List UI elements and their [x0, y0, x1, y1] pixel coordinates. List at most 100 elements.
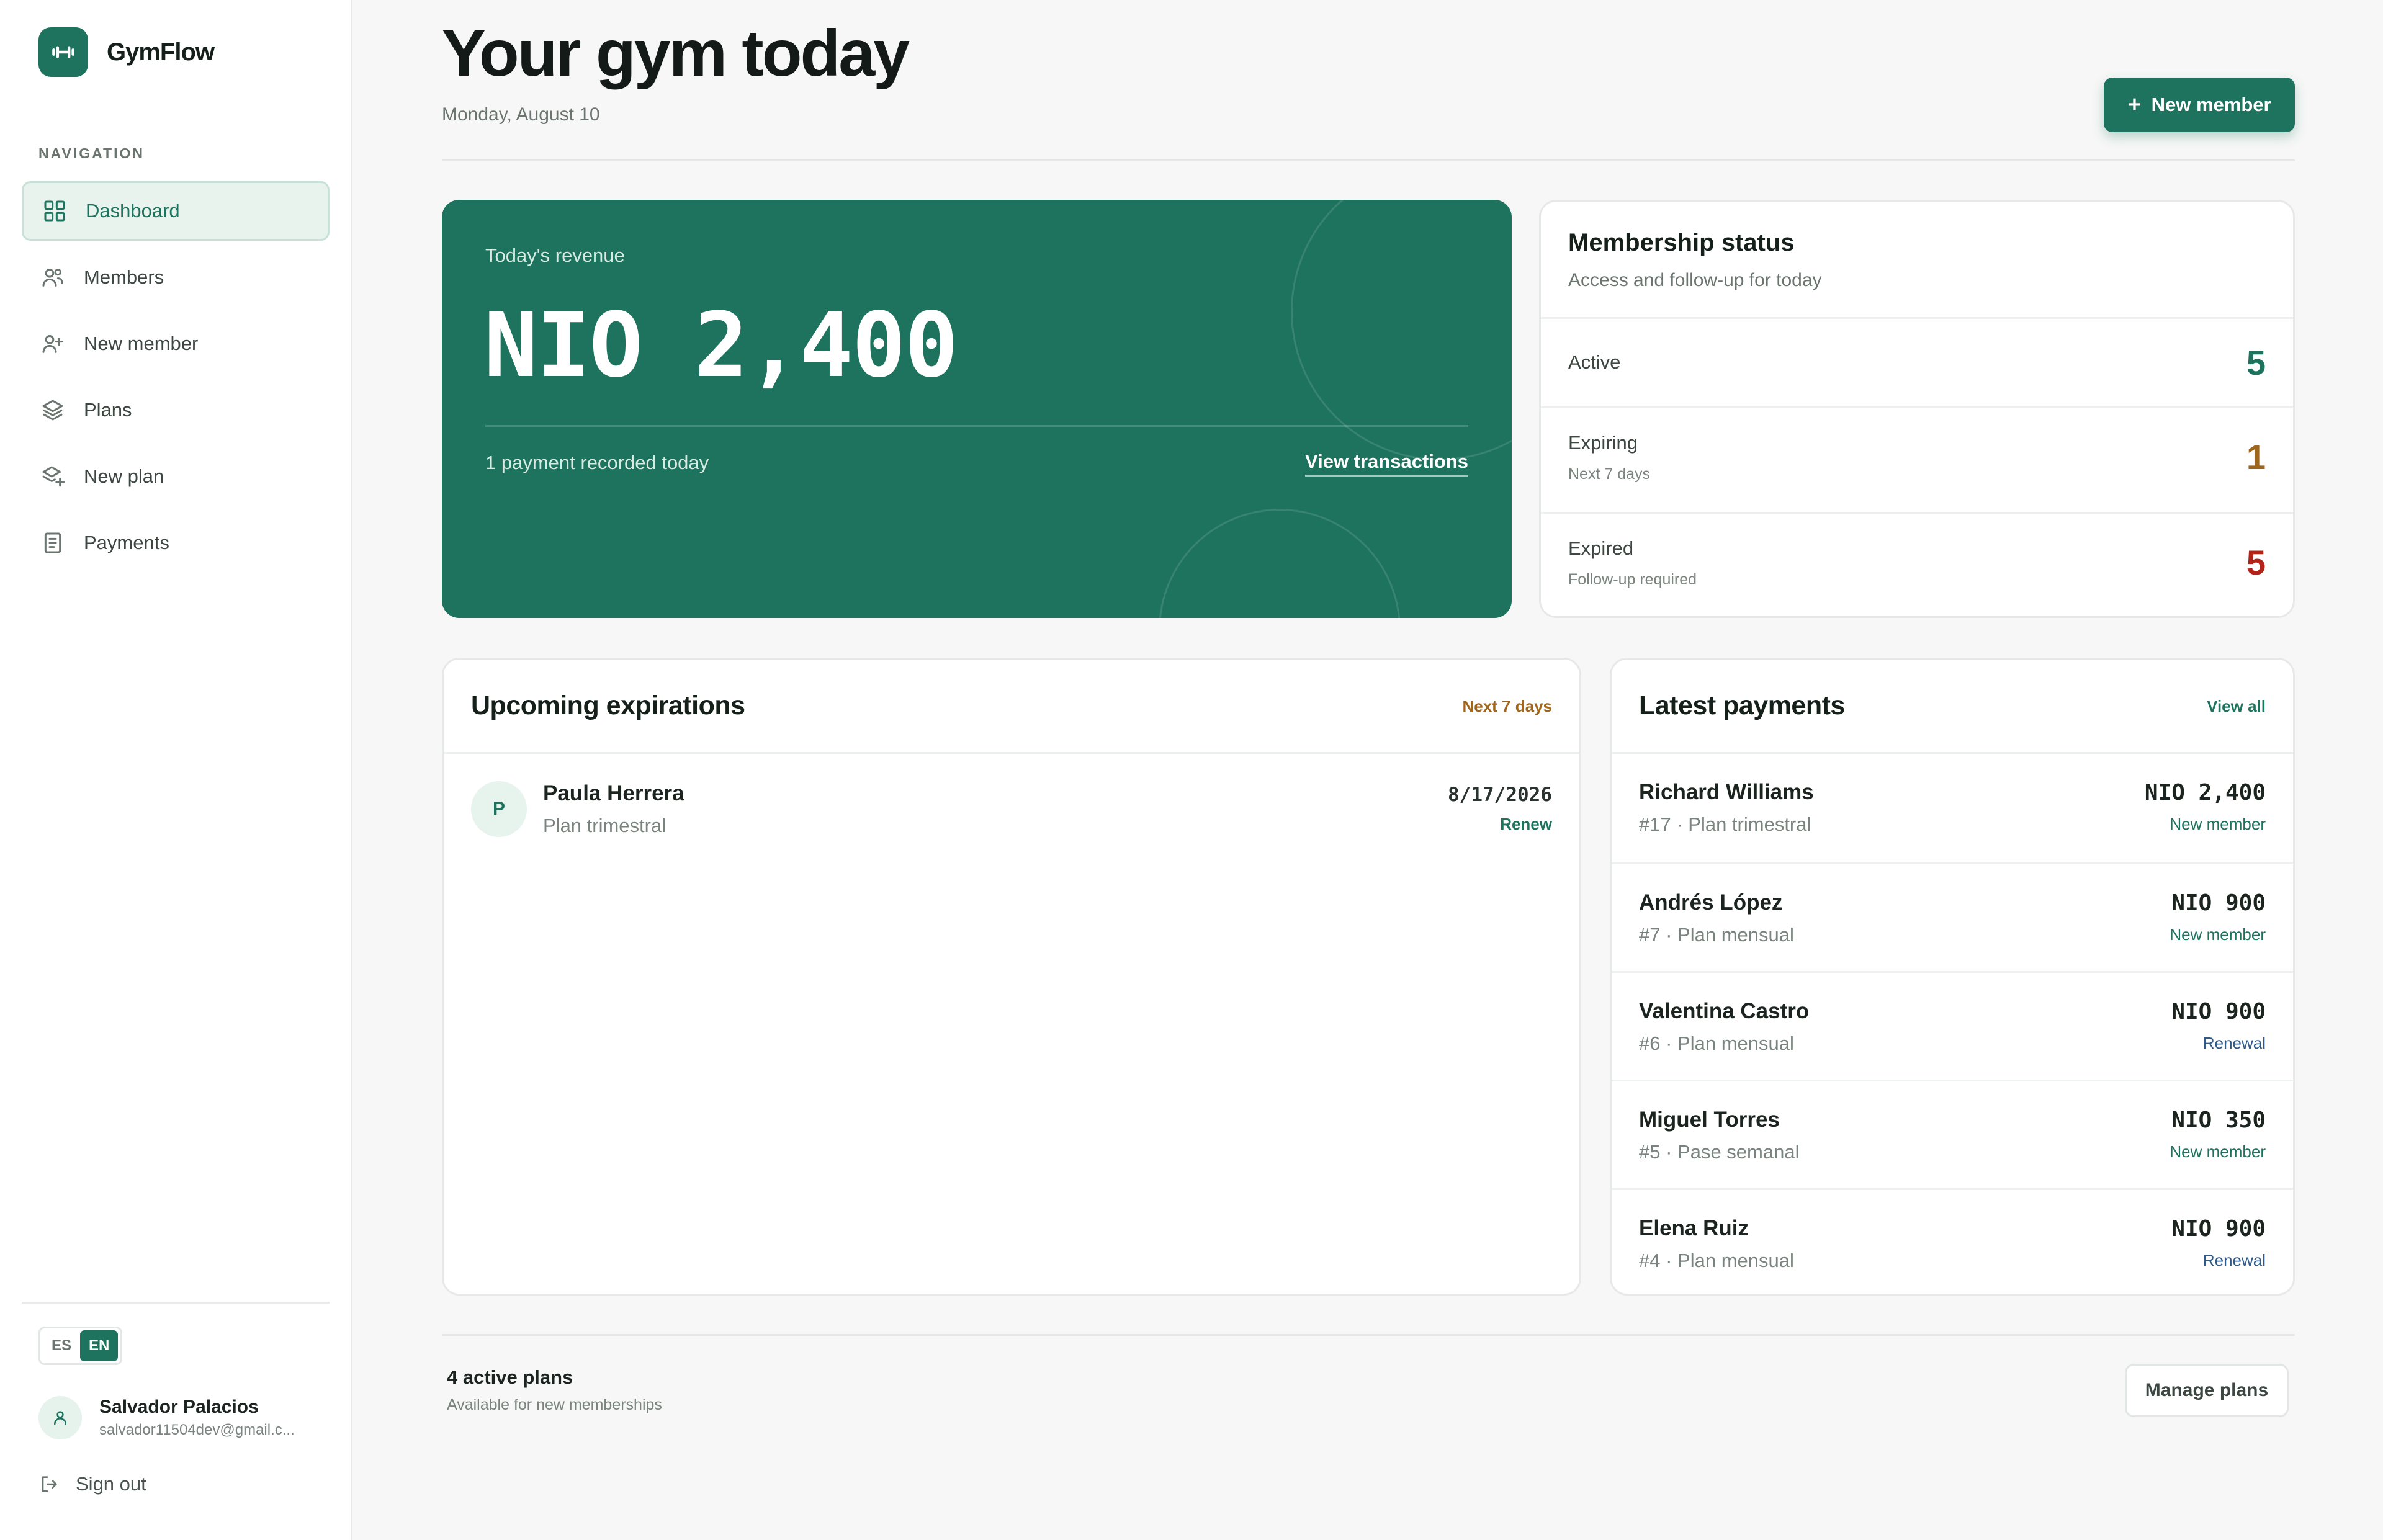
payer-name: Andrés López — [1639, 890, 1783, 915]
user-email: salvador11504dev@gmail.c... — [99, 1421, 295, 1438]
user-plus-icon — [40, 331, 65, 356]
payment-kind: Renewal — [2202, 1034, 2266, 1052]
view-all-link[interactable]: View all — [2207, 697, 2266, 716]
sidebar-item-label: Dashboard — [86, 200, 180, 222]
user-name: Salvador Palacios — [99, 1397, 259, 1417]
revenue-divider — [485, 425, 1468, 427]
layers-icon — [40, 398, 65, 423]
payer-name: Miguel Torres — [1639, 1108, 1780, 1132]
sidebar-item-label: Members — [84, 266, 164, 288]
grid-icon — [42, 199, 67, 223]
manage-plans-button[interactable]: Manage plans — [2125, 1364, 2289, 1417]
dumbbell-icon — [38, 27, 88, 77]
member-name: Paula Herrera — [543, 781, 684, 805]
status-row-active[interactable]: Active 5 — [1541, 317, 2293, 406]
header-divider — [442, 159, 2295, 161]
status-row-expired[interactable]: Expired Follow-up required 5 — [1541, 512, 2293, 616]
sidebar-item-members[interactable]: Members — [22, 248, 330, 307]
sidebar-divider — [22, 1302, 330, 1304]
payment-kind: New member — [2170, 815, 2266, 833]
payment-row[interactable]: Andrés López #7 · Plan mensual NIO 900 N… — [1612, 862, 2293, 971]
payer-name: Valentina Castro — [1639, 999, 1810, 1023]
sidebar-item-new-member[interactable]: New member — [22, 314, 330, 374]
nav-heading: NAVIGATION — [38, 145, 145, 161]
sidebar: GymFlow NAVIGATION Dashboard Members New… — [0, 0, 352, 1540]
page-title: Your gym today — [442, 17, 910, 90]
card-title: Latest payments — [1639, 691, 1845, 720]
payment-amount: NIO 900 — [2171, 999, 2266, 1024]
sidebar-item-new-plan[interactable]: New plan — [22, 447, 330, 506]
revenue-amount: NIO 2,400 — [484, 293, 958, 397]
card-title: Membership status — [1568, 229, 1795, 256]
status-count: 5 — [2246, 343, 2266, 382]
card-header: Upcoming expirations Next 7 days — [444, 660, 1579, 754]
revenue-card: Today's revenue NIO 2,400 1 payment reco… — [442, 200, 1512, 618]
member-avatar: P — [471, 781, 527, 837]
decorative-circle — [1159, 509, 1401, 618]
payment-amount: NIO 350 — [2171, 1108, 2266, 1133]
users-icon — [40, 265, 65, 290]
sign-out-button[interactable]: Sign out — [38, 1473, 146, 1495]
payment-kind: New member — [2170, 1142, 2266, 1161]
sidebar-item-dashboard[interactable]: Dashboard — [22, 181, 330, 241]
sidebar-item-label: New member — [84, 333, 199, 354]
decorative-circle — [1291, 200, 1512, 460]
expiration-date: 8/17/2026 — [1448, 784, 1552, 806]
payment-amount: NIO 900 — [2171, 1216, 2266, 1242]
logout-icon — [42, 1476, 57, 1492]
member-plan: Plan trimestral — [543, 815, 666, 836]
latest-payments-card: Latest payments View all Richard William… — [1610, 658, 2295, 1296]
status-hint: Next 7 days — [1568, 465, 1651, 483]
payment-detail: #4 · Plan mensual — [1639, 1250, 1794, 1271]
payment-kind: New member — [2170, 925, 2266, 944]
list-item[interactable]: P Paula Herrera Plan trimestral 8/17/202… — [444, 754, 1579, 862]
page-date: Monday, August 10 — [442, 104, 600, 125]
sidebar-nav: Dashboard Members New member Plans New p… — [22, 181, 330, 580]
payer-name: Richard Williams — [1639, 780, 1814, 804]
status-count: 1 — [2246, 437, 2266, 477]
language-es-button[interactable]: ES — [43, 1330, 80, 1361]
expirations-range-tag: Next 7 days — [1462, 697, 1552, 715]
revenue-label: Today's revenue — [485, 244, 625, 266]
sidebar-item-label: Plans — [84, 399, 132, 421]
status-hint: Follow-up required — [1568, 571, 1697, 588]
payment-detail: #6 · Plan mensual — [1639, 1032, 1794, 1054]
user-profile[interactable]: Salvador Palacios salvador11504dev@gmail… — [38, 1396, 295, 1439]
sign-out-label: Sign out — [76, 1473, 146, 1495]
brand[interactable]: GymFlow — [38, 27, 215, 77]
status-row-expiring[interactable]: Expiring Next 7 days 1 — [1541, 406, 2293, 512]
app-name: GymFlow — [107, 38, 215, 66]
receipt-icon — [40, 530, 65, 555]
layers-plus-icon — [40, 464, 65, 489]
language-switcher: ES EN — [38, 1327, 123, 1365]
payment-kind: Renewal — [2202, 1251, 2266, 1269]
sidebar-item-plans[interactable]: Plans — [22, 380, 330, 440]
payment-detail: #7 · Plan mensual — [1639, 924, 1794, 946]
sidebar-item-label: Payments — [84, 532, 169, 553]
active-plans-count: 4 active plans — [447, 1366, 573, 1388]
new-member-button[interactable]: + New member — [2104, 78, 2295, 132]
payment-detail: #5 · Pase semanal — [1639, 1141, 1800, 1163]
sidebar-item-payments[interactable]: Payments — [22, 513, 330, 573]
view-transactions-link[interactable]: View transactions — [1304, 450, 1468, 477]
payment-row[interactable]: Elena Ruiz #4 · Plan mensual NIO 900 Ren… — [1612, 1188, 2293, 1294]
payment-row[interactable]: Richard Williams #17 · Plan trimestral N… — [1612, 754, 2293, 862]
status-label: Active — [1568, 351, 1621, 373]
payment-amount: NIO 2,400 — [2144, 780, 2266, 805]
status-label: Expired — [1568, 537, 1634, 559]
sidebar-item-label: New plan — [84, 465, 164, 487]
plus-icon: + — [2127, 91, 2142, 118]
status-label: Expiring — [1568, 432, 1638, 454]
renew-link[interactable]: Renew — [1500, 815, 1552, 834]
card-header: Latest payments View all — [1612, 660, 2293, 754]
upcoming-expirations-card: Upcoming expirations Next 7 days P Paula… — [442, 658, 1581, 1296]
payment-row[interactable]: Miguel Torres #5 · Pase semanal NIO 350 … — [1612, 1080, 2293, 1188]
card-title: Upcoming expirations — [471, 691, 745, 720]
active-plans-subtext: Available for new memberships — [447, 1396, 662, 1413]
footer-divider — [442, 1334, 2295, 1336]
language-en-button[interactable]: EN — [80, 1330, 119, 1361]
payment-amount: NIO 900 — [2171, 890, 2266, 916]
card-subtitle: Access and follow-up for today — [1568, 270, 1822, 290]
revenue-subtext: 1 payment recorded today — [485, 452, 709, 473]
payment-row[interactable]: Valentina Castro #6 · Plan mensual NIO 9… — [1612, 971, 2293, 1080]
